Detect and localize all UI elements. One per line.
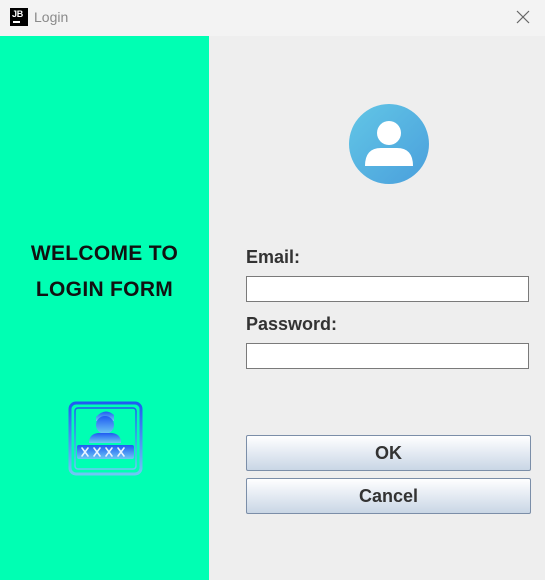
cancel-button[interactable]: Cancel <box>246 478 531 514</box>
close-icon <box>516 10 530 24</box>
welcome-line-1: WELCOME TO <box>30 242 179 265</box>
welcome-heading: WELCOME TO LOGIN FORM <box>0 236 209 308</box>
jetbrains-app-icon: JB <box>10 8 28 26</box>
password-label: Password: <box>246 314 338 334</box>
title-bar: JB Login <box>0 0 545 36</box>
welcome-line-2: LOGIN FORM <box>35 278 174 301</box>
login-window: JB Login WELCOME TO LOGIN FORM Email: Pa… <box>0 0 545 580</box>
user-avatar-icon <box>348 103 430 185</box>
window-title: Login <box>34 9 69 25</box>
close-button[interactable] <box>509 3 537 31</box>
welcome-panel: WELCOME TO LOGIN FORM <box>0 36 209 580</box>
email-field[interactable] <box>246 276 529 302</box>
app-icon-bar <box>13 21 20 23</box>
password-field[interactable] <box>246 343 529 369</box>
email-label: Email: <box>246 247 301 267</box>
user-password-icon <box>68 401 143 476</box>
login-form-panel: Email: Password: OK Cancel <box>209 36 545 580</box>
ok-button[interactable]: OK <box>246 435 531 471</box>
app-icon-text: JB <box>12 9 23 19</box>
